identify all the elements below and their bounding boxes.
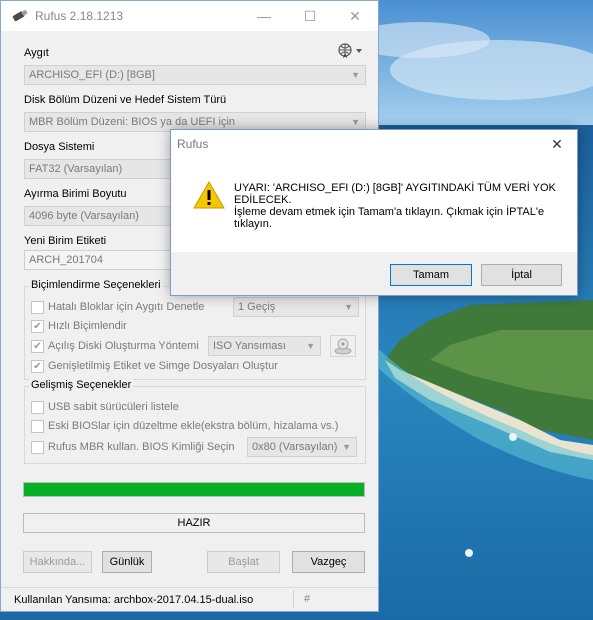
old-bios-label: Eski BIOSlar için düzeltme ekle(ekstra b…: [48, 420, 339, 432]
device-label: Aygıt: [24, 47, 49, 59]
title-bar[interactable]: Rufus 2.18.1213 — ☐ ✕: [1, 1, 378, 31]
bios-id-value: 0x80 (Varsayılan): [252, 441, 338, 453]
progress-fill: [24, 483, 364, 496]
progress-bar: [23, 482, 365, 497]
volume-label-value: ARCH_201704: [29, 254, 103, 266]
boot-method-select[interactable]: ISO Yansıması ▼: [208, 336, 321, 356]
chevron-down-icon: ▼: [306, 341, 315, 351]
quick-format-checkbox[interactable]: ✔: [31, 320, 44, 333]
minimize-button[interactable]: —: [241, 1, 287, 31]
dialog-message-line4: tıklayın.: [234, 218, 272, 230]
bad-blocks-checkbox[interactable]: [31, 301, 44, 314]
window-title: Rufus 2.18.1213: [35, 9, 124, 23]
format-options-title: Biçimlendirme Seçenekleri: [29, 279, 163, 291]
start-button[interactable]: Başlat: [207, 551, 280, 573]
chevron-down-icon: ▼: [342, 442, 351, 452]
filesystem-label: Dosya Sistemi: [24, 141, 95, 153]
boot-method-value: ISO Yansıması: [213, 340, 286, 352]
device-select[interactable]: ARCHISO_EFI (D:) [8GB] ▼: [24, 65, 366, 85]
cluster-label: Ayırma Birimi Boyutu: [24, 188, 127, 200]
bootable-checkbox[interactable]: ✔: [31, 340, 44, 353]
select-iso-button[interactable]: [330, 335, 356, 357]
dialog-message-line3: İşleme devam etmek için Tamam'a tıklayın…: [234, 206, 545, 218]
dialog-title: Rufus: [177, 137, 209, 151]
extended-label-label: Genişletilmiş Etiket ve Simge Dosyaları …: [48, 360, 278, 372]
log-button[interactable]: Günlük: [102, 551, 152, 573]
cluster-value: 4096 byte (Varsayılan): [29, 210, 139, 222]
bad-blocks-passes-select[interactable]: 1 Geçiş ▼: [233, 297, 359, 317]
extended-label-checkbox[interactable]: ✔: [31, 360, 44, 373]
language-icon[interactable]: A: [337, 43, 363, 62]
close-button[interactable]: ✕: [332, 1, 378, 31]
cancel-button[interactable]: Vazgeç: [292, 551, 365, 573]
filesystem-value: FAT32 (Varsayılan): [29, 163, 123, 175]
advanced-options-title: Gelişmiş Seçenekler: [29, 379, 134, 391]
maximize-button[interactable]: ☐: [287, 1, 333, 31]
status-text: HAZIR: [23, 513, 365, 533]
hash-button[interactable]: #: [304, 593, 310, 605]
bootable-label: Açılış Diski Oluşturma Yöntemi: [48, 340, 199, 352]
usb-drive-icon: [11, 9, 29, 26]
usb-fixed-checkbox[interactable]: [31, 401, 44, 414]
chevron-down-icon: ▼: [351, 70, 360, 80]
status-bar-divider: [293, 590, 294, 608]
dialog-message-line2: EDİLECEK.: [234, 194, 292, 206]
device-value: ARCHISO_EFI (D:) [8GB]: [29, 69, 155, 81]
old-bios-checkbox[interactable]: [31, 420, 44, 433]
partition-label: Disk Bölüm Düzeni ve Hedef Sistem Türü: [24, 94, 227, 106]
usb-fixed-label: USB sabit sürücüleri listele: [48, 401, 179, 413]
about-button[interactable]: Hakkında...: [23, 551, 92, 573]
dialog-message-line1: UYARI: 'ARCHISO_EFI (D:) [8GB]' AYGITIND…: [234, 182, 556, 194]
dialog-message: UYARI: 'ARCHISO_EFI (D:) [8GB]' AYGITIND…: [234, 182, 559, 230]
chevron-down-icon: ▼: [344, 302, 353, 312]
warning-dialog: Rufus ✕ UYARI: 'ARCHISO_EFI (D:) [8GB]' …: [170, 129, 578, 296]
bad-blocks-passes-value: 1 Geçiş: [238, 301, 276, 313]
quick-format-label: Hızlı Biçimlendir: [48, 320, 127, 332]
bad-blocks-label: Hatalı Bloklar için Aygıtı Denetle: [48, 301, 205, 313]
partition-value: MBR Bölüm Düzeni: BIOS ya da UEFI için: [29, 116, 236, 128]
bios-id-select[interactable]: 0x80 (Varsayılan) ▼: [247, 437, 357, 457]
dialog-footer: Tamam İptal: [171, 252, 577, 295]
dialog-cancel-button[interactable]: İptal: [481, 264, 562, 286]
rufus-mbr-checkbox[interactable]: [31, 441, 44, 454]
rufus-mbr-label: Rufus MBR kullan. BIOS Kimliği Seçin: [48, 441, 235, 453]
rufus-main-window: Rufus 2.18.1213 — ☐ ✕ Aygıt A ARCHISO_EF…: [0, 0, 379, 612]
ok-button[interactable]: Tamam: [390, 264, 472, 286]
warning-icon: [193, 180, 225, 213]
status-bar: Kullanılan Yansıma: archbox-2017.04.15-d…: [1, 587, 378, 611]
dialog-close-button[interactable]: ✕: [537, 130, 577, 158]
image-in-use-text: Kullanılan Yansıma: archbox-2017.04.15-d…: [14, 594, 254, 606]
disc-drive-icon: [334, 338, 352, 355]
volume-label: Yeni Birim Etiketi: [24, 235, 107, 247]
